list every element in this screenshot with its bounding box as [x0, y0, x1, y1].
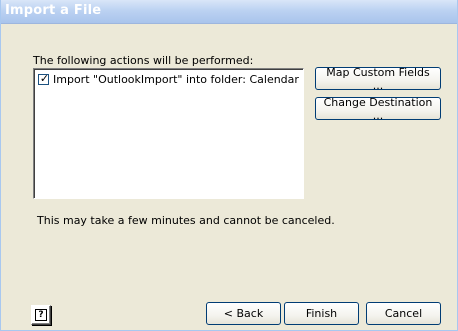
- list-item[interactable]: ✓ Import "OutlookImport" into folder: Ca…: [38, 72, 299, 87]
- actions-list[interactable]: ✓ Import "OutlookImport" into folder: Ca…: [33, 68, 304, 199]
- window-title: Import a File: [5, 3, 102, 18]
- cancel-button[interactable]: Cancel: [366, 302, 441, 325]
- checkmark-icon: ✓: [39, 72, 50, 85]
- map-custom-fields-button[interactable]: Map Custom Fields ...: [315, 66, 441, 92]
- title-bar[interactable]: Import a File: [1, 0, 457, 24]
- change-destination-button[interactable]: Change Destination ...: [315, 96, 441, 122]
- help-icon: ?: [35, 309, 47, 321]
- dialog-content: The following actions will be performed:…: [1, 24, 457, 330]
- action-label: Import "OutlookImport" into folder: Cale…: [53, 73, 299, 86]
- back-button[interactable]: < Back: [206, 302, 281, 325]
- finish-button[interactable]: Finish: [284, 302, 359, 325]
- import-file-dialog: Import a File The following actions will…: [0, 0, 458, 331]
- actions-header-label: The following actions will be performed:: [33, 54, 254, 67]
- notice-text: This may take a few minutes and cannot b…: [37, 214, 335, 227]
- action-checkbox[interactable]: ✓: [38, 72, 50, 85]
- help-button[interactable]: ?: [31, 305, 51, 325]
